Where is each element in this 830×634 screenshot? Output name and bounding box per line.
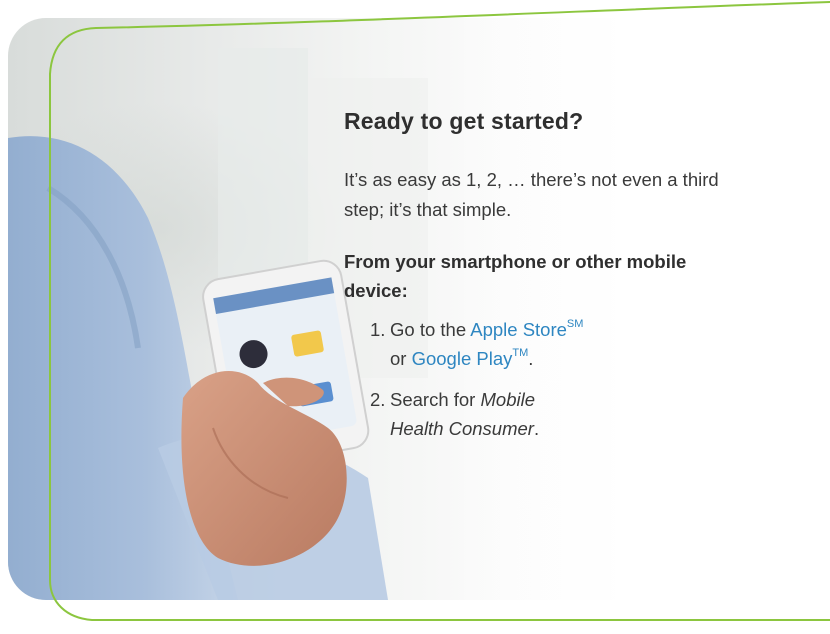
promo-card: Ready to get started? It’s as easy as 1,… xyxy=(0,0,830,634)
app-name-part-2: Health Consumer xyxy=(390,418,534,439)
intro-text: It’s as easy as 1, 2, … there’s not even… xyxy=(344,169,719,220)
step-2-prefix: Search for xyxy=(390,389,476,410)
google-play-link[interactable]: Google PlayTM xyxy=(412,346,529,369)
service-mark: SM xyxy=(566,317,584,330)
apple-store-link[interactable]: Apple StoreSM xyxy=(470,317,584,340)
step-2: 2. Search for Mobile Health Consumer. xyxy=(370,385,754,443)
step-number: 1. xyxy=(370,319,386,340)
step-number: 2. xyxy=(370,389,386,410)
text-panel: Ready to get started? It’s as easy as 1,… xyxy=(344,108,754,455)
instructions-subhead: From your smartphone or other mobile dev… xyxy=(344,251,687,301)
step-1-prefix: Go to the xyxy=(390,319,467,340)
steps-list: 1. Go to the Apple StoreSM or Google Pla… xyxy=(344,315,754,443)
headline: Ready to get started? xyxy=(344,108,584,134)
trademark: TM xyxy=(512,346,529,359)
step-1-joiner: or xyxy=(390,348,407,369)
app-name-part-1: Mobile xyxy=(480,389,536,410)
step-1: 1. Go to the Apple StoreSM or Google Pla… xyxy=(370,315,754,373)
